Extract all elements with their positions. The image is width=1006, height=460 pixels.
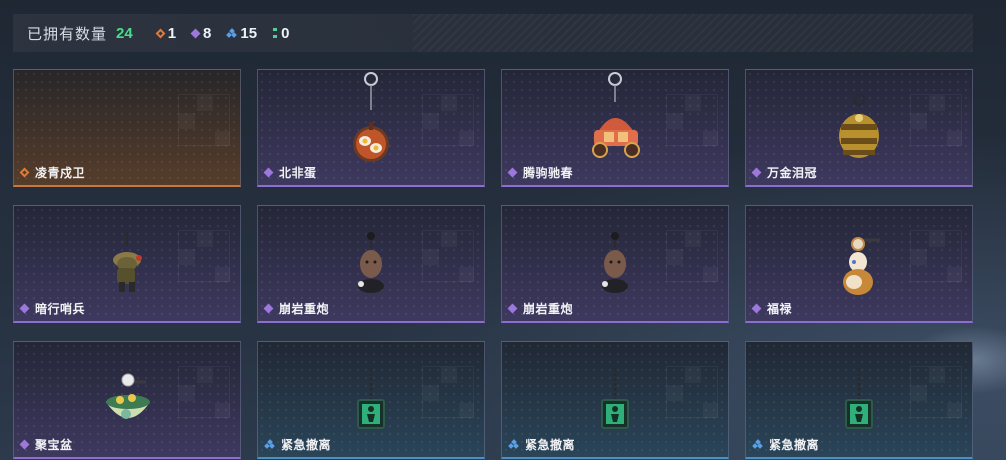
item-card[interactable]: 腾驹驰春	[501, 69, 729, 187]
item-name: 暗行哨兵	[35, 302, 86, 316]
item-label: 紧急撤离	[265, 436, 331, 453]
purple-gem-icon	[751, 167, 762, 178]
rock-cannon-charm-icon	[358, 232, 384, 293]
stat-orange-value: 1	[167, 24, 177, 42]
item-name: 福禄	[767, 302, 793, 316]
camo-sentry-charm-icon	[113, 232, 142, 292]
item-card[interactable]: 紧急撤离	[501, 341, 729, 459]
purple-gem-icon	[19, 303, 30, 314]
blue-gem-icon	[265, 439, 274, 449]
item-card[interactable]: 崩岩重炮	[257, 205, 485, 323]
card-pattern	[910, 230, 962, 282]
stat-green: 0	[273, 25, 289, 42]
stat-orange: 1	[155, 24, 177, 42]
rock-cannon-charm-icon	[602, 232, 628, 293]
purple-gem-icon	[507, 167, 518, 178]
item-label: 万金泪冠	[751, 164, 818, 181]
green-gem-icon	[273, 28, 278, 38]
item-card[interactable]: 凌青戍卫	[13, 69, 241, 187]
red-carriage-charm-icon	[592, 72, 640, 158]
blue-gem-icon	[509, 439, 518, 449]
item-label: 聚宝盆	[19, 436, 73, 453]
card-pattern	[178, 94, 230, 146]
item-name: 紧急撤离	[769, 438, 820, 452]
stat-green-value: 0	[281, 24, 290, 42]
exit-sign-charm-icon	[601, 368, 629, 429]
item-label: 崩岩重炮	[263, 300, 330, 317]
item-label: 紧急撤离	[753, 436, 819, 453]
exit-sign-charm-icon	[357, 368, 385, 429]
owned-label: 已拥有数量	[27, 25, 108, 43]
blue-gem-icon	[227, 27, 236, 38]
stat-purple: 8	[190, 24, 212, 42]
item-card[interactable]: 紧急撤离	[745, 341, 973, 459]
ownership-summary-bar: 已拥有数量 24 1 8 15 0	[13, 14, 973, 52]
item-label: 凌青戍卫	[19, 164, 86, 181]
card-pattern	[666, 230, 718, 282]
treasure-bowl-charm-icon	[106, 373, 150, 419]
item-label: 北非蛋	[263, 164, 317, 181]
item-label: 福禄	[751, 300, 793, 317]
card-pattern	[910, 94, 962, 146]
item-name: 聚宝盆	[35, 438, 73, 452]
item-card[interactable]: 聚宝盆	[13, 341, 241, 459]
card-pattern	[422, 94, 474, 146]
item-label: 暗行哨兵	[19, 300, 86, 317]
purple-gem-icon	[263, 303, 274, 314]
item-name: 崩岩重炮	[279, 302, 330, 316]
stat-blue-value: 15	[240, 24, 258, 42]
item-card[interactable]: 万金泪冠	[745, 69, 973, 187]
stat-blue: 15	[227, 25, 257, 42]
item-label: 紧急撤离	[509, 436, 575, 453]
item-card[interactable]: 崩岩重炮	[501, 205, 729, 323]
orange-gem-icon	[155, 28, 166, 38]
purple-gem-icon	[751, 303, 762, 314]
card-pattern	[666, 94, 718, 146]
exit-sign-charm-icon	[845, 368, 873, 429]
item-name: 凌青戍卫	[35, 166, 86, 180]
purple-gem-icon	[19, 439, 30, 450]
card-pattern	[422, 230, 474, 282]
item-name: 紧急撤离	[525, 438, 576, 452]
shakshuka-pan-charm-icon	[353, 72, 389, 162]
item-card[interactable]: 福禄	[745, 205, 973, 323]
item-label: 腾驹驰春	[507, 164, 574, 181]
orange-gem-icon	[19, 167, 30, 178]
blue-gem-icon	[753, 439, 762, 449]
card-pattern	[422, 366, 474, 418]
purple-gem-icon	[190, 28, 201, 38]
golden-crown-charm-icon	[839, 94, 879, 158]
item-name: 万金泪冠	[767, 166, 818, 180]
item-name: 腾驹驰春	[523, 166, 574, 180]
owned-count: 24	[116, 24, 133, 42]
card-pattern	[910, 366, 962, 418]
gourd-charm-icon	[843, 237, 880, 295]
item-name: 紧急撤离	[281, 438, 332, 452]
purple-gem-icon	[507, 303, 518, 314]
card-pattern	[178, 230, 230, 282]
item-card[interactable]: 暗行哨兵	[13, 205, 241, 323]
item-name: 北非蛋	[279, 166, 317, 180]
stat-purple-value: 8	[203, 24, 212, 42]
card-pattern	[666, 366, 718, 418]
item-name: 崩岩重炮	[523, 302, 574, 316]
purple-gem-icon	[263, 167, 274, 178]
item-card[interactable]: 紧急撤离	[257, 341, 485, 459]
item-card[interactable]: 北非蛋	[257, 69, 485, 187]
card-pattern	[178, 366, 230, 418]
item-label: 崩岩重炮	[507, 300, 574, 317]
